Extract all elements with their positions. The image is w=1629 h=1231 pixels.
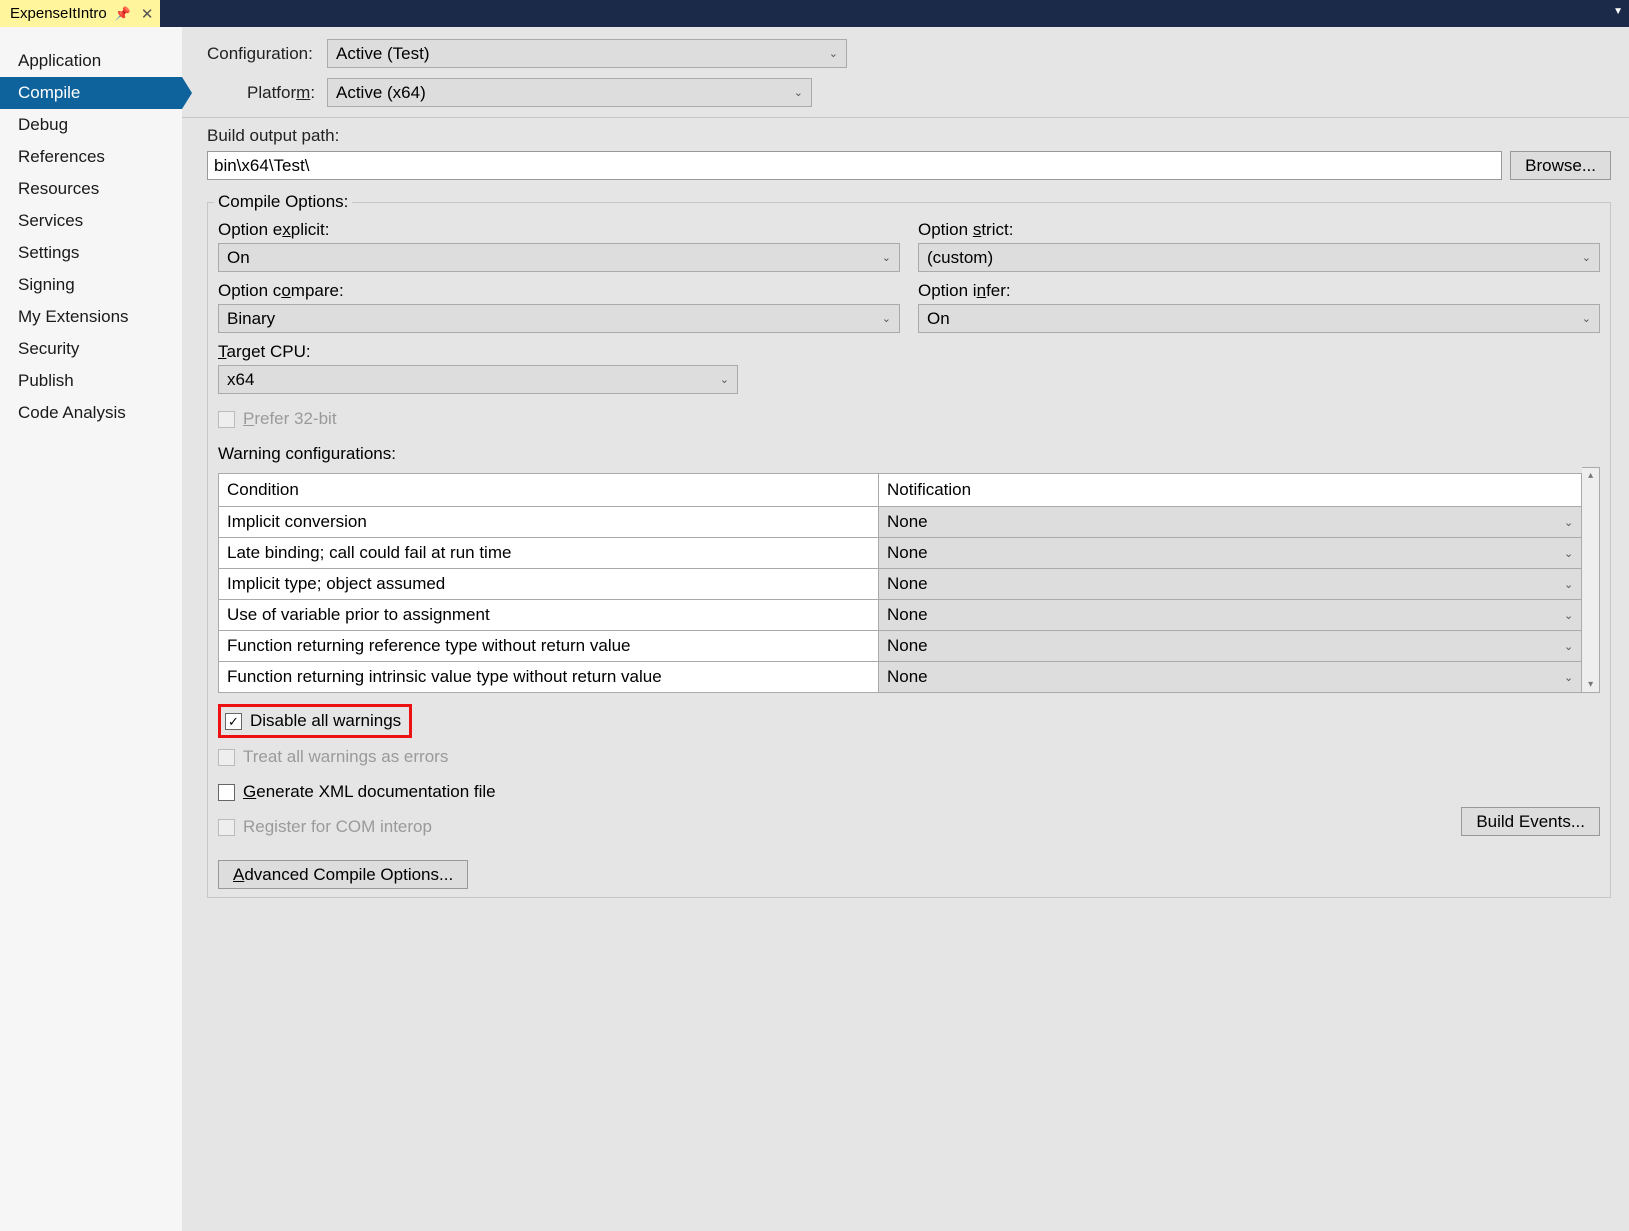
divider [182,117,1629,118]
disable-warnings-highlight: Disable all warnings [218,704,412,738]
warning-table: Condition Notification Implicit conversi… [218,473,1582,693]
option-strict-label: Option strict: [918,220,1600,240]
sidebar-item-application[interactable]: Application [0,45,182,77]
target-cpu-combo[interactable]: x64⌄ [218,365,738,394]
sidebar-item-codeanalysis[interactable]: Code Analysis [0,397,182,429]
condition-cell: Function returning reference type withou… [219,631,879,662]
target-cpu-label: Target CPU: [218,342,1600,362]
condition-cell: Function returning intrinsic value type … [219,662,879,693]
option-infer-label: Option infer: [918,281,1600,301]
option-explicit-combo[interactable]: On⌄ [218,243,900,272]
disable-warnings-label: Disable all warnings [250,711,401,731]
table-row: Function returning intrinsic value type … [219,662,1582,693]
table-row: Implicit type; object assumed None⌄ [219,569,1582,600]
treat-errors-label: Treat all warnings as errors [243,747,448,767]
platform-value: Active (x64) [336,83,426,103]
sidebar-item-security[interactable]: Security [0,333,182,365]
condition-cell: Implicit conversion [219,507,879,538]
notification-combo[interactable]: None⌄ [879,507,1581,537]
build-output-label: Build output path: [207,126,1611,146]
treat-errors-checkbox [218,749,235,766]
option-compare-combo[interactable]: Binary⌄ [218,304,900,333]
sidebar-item-compile[interactable]: Compile [0,77,182,109]
close-icon[interactable]: ✕ [141,5,154,23]
table-row: Use of variable prior to assignment None… [219,600,1582,631]
sidebar-item-services[interactable]: Services [0,205,182,237]
configuration-label: Configuration: [207,44,327,64]
register-com-checkbox [218,819,235,836]
scrollbar[interactable]: ▴▾ [1582,467,1600,693]
chevron-down-icon: ⌄ [1564,578,1573,591]
chevron-down-icon: ⌄ [720,373,729,386]
register-com-label: Register for COM interop [243,817,432,837]
chevron-down-icon: ⌄ [882,312,891,325]
generate-xml-checkbox[interactable] [218,784,235,801]
sidebar-item-settings[interactable]: Settings [0,237,182,269]
option-explicit-label: Option explicit: [218,220,900,240]
disable-warnings-checkbox[interactable] [225,713,242,730]
condition-cell: Implicit type; object assumed [219,569,879,600]
chevron-down-icon: ⌄ [1564,609,1573,622]
chevron-down-icon: ⌄ [1564,640,1573,653]
chevron-down-icon: ⌄ [1582,251,1591,264]
sidebar-item-myextensions[interactable]: My Extensions [0,301,182,333]
warning-config-label: Warning configurations: [218,444,1600,464]
notification-combo[interactable]: None⌄ [879,600,1581,630]
condition-cell: Late binding; call could fail at run tim… [219,538,879,569]
chevron-down-icon: ⌄ [794,86,803,99]
chevron-down-icon: ⌄ [1582,312,1591,325]
main-panel: Configuration: Active (Test) ⌄ Platform:… [182,27,1629,1231]
sidebar-item-signing[interactable]: Signing [0,269,182,301]
notification-combo[interactable]: None⌄ [879,662,1581,692]
sidebar-item-resources[interactable]: Resources [0,173,182,205]
chevron-down-icon: ⌄ [1564,671,1573,684]
browse-button[interactable]: Browse... [1510,151,1611,180]
chevron-down-icon: ⌄ [1564,516,1573,529]
table-row: Function returning reference type withou… [219,631,1582,662]
platform-label: Platform: [247,83,327,103]
chevron-down-icon: ⌄ [1564,547,1573,560]
sidebar-item-references[interactable]: References [0,141,182,173]
notification-combo[interactable]: None⌄ [879,538,1581,568]
notification-combo[interactable]: None⌄ [879,631,1581,661]
platform-combo[interactable]: Active (x64) ⌄ [327,78,812,107]
option-strict-combo[interactable]: (custom)⌄ [918,243,1600,272]
advanced-compile-button[interactable]: Advanced Compile Options... [218,860,468,889]
document-tab[interactable]: ExpenseItIntro 📌 ✕ [0,0,160,27]
prefer-32bit-label: Prefer 32-bit [243,409,337,429]
tab-dropdown-icon[interactable]: ▼ [1613,6,1623,17]
chevron-down-icon: ⌄ [882,251,891,264]
pin-icon[interactable]: 📌 [115,6,131,22]
compile-options-group: Compile Options: Option explicit: On⌄ Op… [207,192,1611,898]
condition-cell: Use of variable prior to assignment [219,600,879,631]
compile-options-legend: Compile Options: [214,192,352,212]
build-events-button[interactable]: Build Events... [1461,807,1600,836]
titlebar: ExpenseItIntro 📌 ✕ ▼ [0,0,1629,27]
col-condition[interactable]: Condition [219,474,879,507]
option-compare-label: Option compare: [218,281,900,301]
sidebar: Application Compile Debug References Res… [0,27,182,1231]
generate-xml-label: Generate XML documentation file [243,782,496,802]
col-notification[interactable]: Notification [879,474,1582,507]
table-row: Implicit conversion None⌄ [219,507,1582,538]
option-infer-combo[interactable]: On⌄ [918,304,1600,333]
sidebar-item-publish[interactable]: Publish [0,365,182,397]
build-output-input[interactable] [207,151,1502,180]
configuration-combo[interactable]: Active (Test) ⌄ [327,39,847,68]
chevron-down-icon: ⌄ [829,47,838,60]
notification-combo[interactable]: None⌄ [879,569,1581,599]
prefer-32bit-checkbox [218,411,235,428]
sidebar-item-debug[interactable]: Debug [0,109,182,141]
tab-title: ExpenseItIntro [10,5,107,22]
configuration-value: Active (Test) [336,44,430,64]
table-row: Late binding; call could fail at run tim… [219,538,1582,569]
